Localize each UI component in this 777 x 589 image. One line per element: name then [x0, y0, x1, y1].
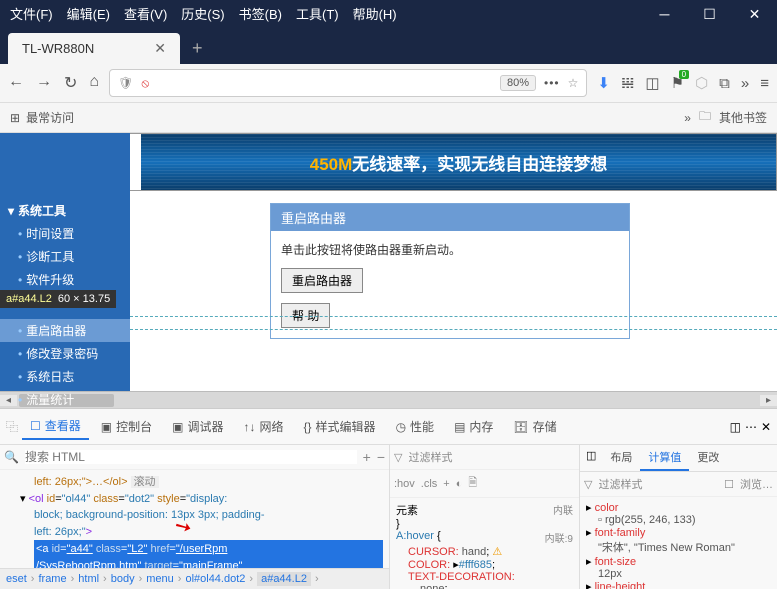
sidebar-item-time[interactable]: •时间设置 [0, 222, 130, 245]
maximize-button[interactable]: ☐ [687, 0, 732, 28]
html-tree[interactable]: left: 26px;">…</ol> 滚动 ▾ <ol id="ol44" c… [0, 470, 389, 568]
new-tab-button[interactable]: + [192, 38, 203, 59]
html-search-input[interactable] [25, 450, 357, 464]
tab-console[interactable]: ▣控制台 [93, 414, 160, 439]
selected-node[interactable]: <a id="a44" class="L2" href="/userRpm /S… [34, 540, 383, 568]
home-button[interactable]: ⌂ [89, 73, 99, 93]
minimize-button[interactable]: ─ [642, 0, 687, 28]
url-bar[interactable]: 🛡 ⦸ 80% ••• ☆ [109, 69, 587, 97]
folder-icon: 🗀 [699, 107, 711, 128]
hov-toggle[interactable]: :hov [394, 478, 415, 490]
sidebar-item-log[interactable]: •系统日志 [0, 365, 130, 388]
browser-tab[interactable]: TL-WR880N ✕ [8, 33, 180, 64]
filter-icon: ▽ [394, 451, 402, 464]
dock-icon[interactable]: ◫ [730, 420, 741, 434]
panel-title: 重启路由器 [271, 204, 629, 231]
menu-edit[interactable]: 编辑(E) [67, 4, 110, 23]
tab-bar: TL-WR880N ✕ + [0, 27, 777, 64]
reboot-button[interactable]: 重启路由器 [281, 268, 363, 293]
menu-help[interactable]: 帮助(H) [353, 4, 397, 23]
tab-memory[interactable]: ▤内存 [446, 414, 501, 439]
nav-toolbar: ← → ↻ ⌂ 🛡 ⦸ 80% ••• ☆ ⬇ 𝍐 ◫ ⚑ ⬡ ⧉ » ≡ [0, 64, 777, 103]
panel-desc: 单击此按钮将使路由器重新启动。 [281, 241, 619, 258]
sidebar-item-traffic[interactable]: •流量统计 [0, 388, 130, 411]
html-panel: 🔍 + − left: 26px;">…</ol> 滚动 ▾ <ol id="o… [0, 445, 390, 589]
screenshot-icon[interactable]: ⧉ [719, 75, 730, 92]
menu-history[interactable]: 历史(S) [181, 4, 224, 23]
highlight-overlay [130, 316, 777, 330]
bookmarks-bar: ⊞ 最常访问 » 🗀 其他书签 [0, 103, 777, 133]
rules-panel: ▽过滤样式 :hov.cls+◐🗎 元素内联 } A:hover {内联:9 C… [390, 445, 580, 589]
devtools-menu-icon[interactable]: ⋯ [745, 420, 757, 434]
frequent-link[interactable]: 最常访问 [26, 109, 74, 126]
sidebar-item-password[interactable]: •修改登录密码 [0, 342, 130, 365]
contrast-icon[interactable]: ◐ [456, 478, 463, 490]
search-icon: 🔍 [4, 450, 19, 464]
window-controls: ─ ☐ ✕ [642, 0, 777, 28]
close-button[interactable]: ✕ [732, 0, 777, 28]
devtools: ⿻ ☐查看器 ▣控制台 ▣调试器 ↑↓网络 {}样式编辑器 ◷性能 ▤内存 🗄存… [0, 408, 777, 589]
breadcrumb: eset› frame› html› body› menu› ol#ol44.d… [0, 568, 389, 589]
slogan: 450M无线速率，实现无线自由连接梦想 [141, 134, 776, 190]
panel-toggle-icon[interactable]: ◫ [580, 445, 602, 471]
page-actions-icon[interactable]: ••• [544, 76, 560, 90]
blocked-icon: ⦸ [141, 76, 149, 91]
rtab-layout[interactable]: 布局 [602, 445, 640, 471]
menu-view[interactable]: 查看(V) [124, 4, 167, 23]
back-button[interactable]: ← [8, 73, 24, 93]
router-sidebar: ▾系统工具 •时间设置 •诊断工具 •软件升级 •重启路由器 •修改登录密码 •… [0, 133, 130, 391]
tab-styles[interactable]: {}样式编辑器 [296, 414, 384, 439]
reload-button[interactable]: ↻ [64, 73, 77, 93]
devtools-tabs: ⿻ ☐查看器 ▣控制台 ▣调试器 ↑↓网络 {}样式编辑器 ◷性能 ▤内存 🗄存… [0, 409, 777, 445]
grid-icon[interactable]: ⊞ [10, 111, 20, 125]
inspector-tooltip: a#a44.L260 × 13.75 [0, 290, 116, 308]
shield2-icon[interactable]: ⬡ [695, 74, 708, 92]
extension-icon[interactable]: ⚑ [671, 74, 684, 92]
zoom-level[interactable]: 80% [500, 75, 536, 91]
tab-storage[interactable]: 🗄存储 [505, 414, 564, 439]
downloads-icon[interactable]: ⬇ [597, 74, 610, 92]
other-bookmarks[interactable]: 其他书签 [719, 109, 767, 126]
bookmark-star-icon[interactable]: ☆ [568, 76, 579, 90]
sidebar-icon[interactable]: ◫ [645, 74, 659, 92]
computed-panel: ◫ 布局 计算值 更改 ▽过滤样式☐浏览… ▸ color ▫ rgb(255,… [580, 445, 777, 589]
filter2-icon: ▽ [584, 478, 592, 491]
sidebar-group[interactable]: ▾系统工具 [0, 199, 130, 222]
tab-network[interactable]: ↑↓网络 [236, 414, 292, 439]
library-icon[interactable]: 𝍐 [621, 74, 634, 92]
forward-button[interactable]: → [36, 73, 52, 93]
inspect-icon[interactable]: ⿻ [6, 418, 18, 435]
menu-file[interactable]: 文件(F) [10, 4, 53, 23]
menu-tools[interactable]: 工具(T) [296, 4, 339, 23]
tab-perf[interactable]: ◷性能 [388, 414, 443, 439]
add-icon[interactable]: + [363, 449, 371, 465]
sidebar-item-upgrade[interactable]: •软件升级 [0, 268, 130, 291]
tab-debugger[interactable]: ▣调试器 [164, 414, 231, 439]
print-icon[interactable]: 🗎 [468, 474, 477, 493]
warning-icon: ⚠ [492, 546, 502, 558]
rtab-computed[interactable]: 计算值 [640, 445, 689, 471]
sidebar-item-reboot[interactable]: •重启路由器 [0, 319, 130, 342]
sidebar-item-diag[interactable]: •诊断工具 [0, 245, 130, 268]
tab-inspector[interactable]: ☐查看器 [22, 413, 89, 440]
devtools-close-icon[interactable]: ✕ [761, 420, 771, 434]
menu-icon[interactable]: ≡ [760, 75, 769, 92]
page-content: TP-LINK 450M无线速率，实现无线自由连接梦想 ▾系统工具 •时间设置 … [0, 133, 777, 391]
overflow-icon[interactable]: » [741, 75, 749, 92]
menu-bookmarks[interactable]: 书签(B) [239, 4, 282, 23]
cls-toggle[interactable]: .cls [421, 478, 438, 490]
rtab-changes[interactable]: 更改 [689, 445, 727, 471]
remove-icon[interactable]: − [377, 449, 385, 465]
tab-close-icon[interactable]: ✕ [154, 40, 166, 57]
tab-title: TL-WR880N [22, 41, 94, 56]
shield-icon[interactable]: 🛡 [118, 76, 133, 90]
overflow2-icon[interactable]: » [684, 111, 691, 125]
